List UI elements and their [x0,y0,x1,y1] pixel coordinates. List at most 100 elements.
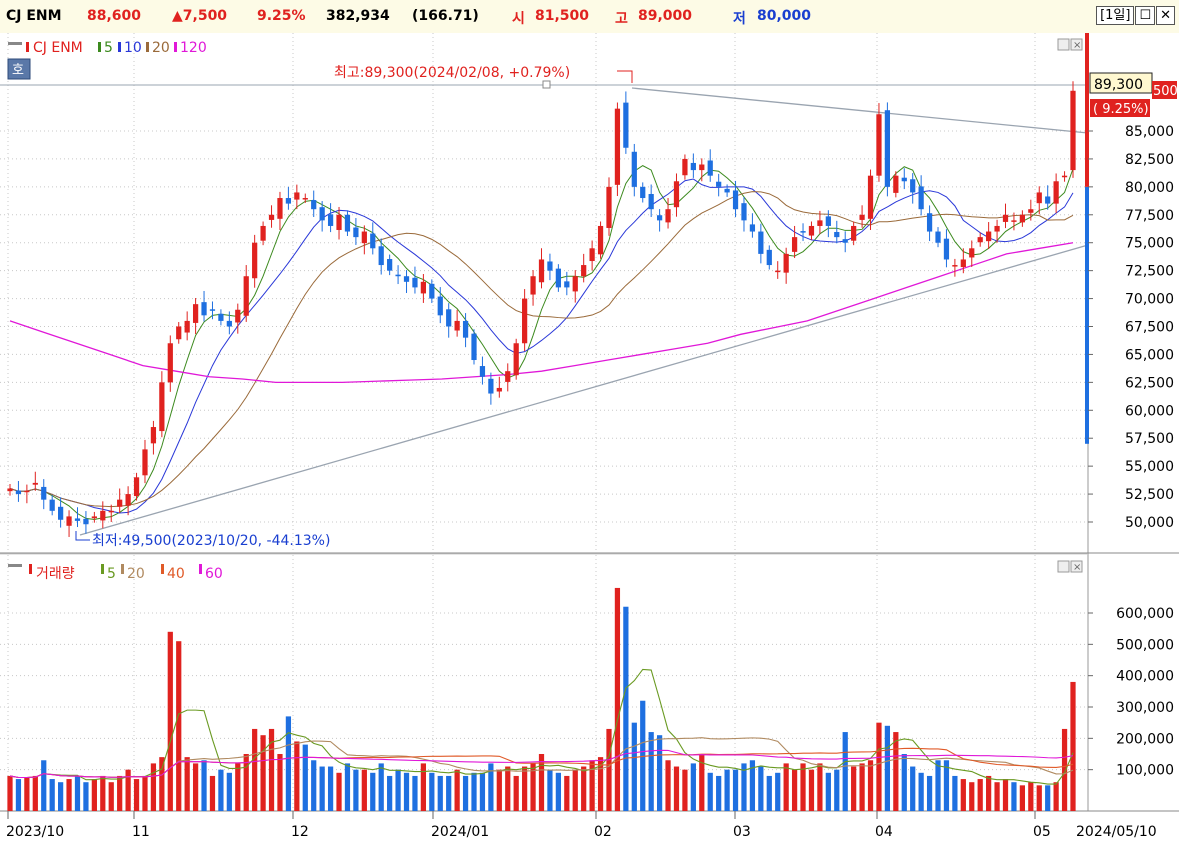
current-price: 88,600 [87,8,142,24]
volume-bar [876,722,882,811]
volume-bar [454,769,460,811]
volume-bar [783,763,789,811]
volume-bar [707,772,713,811]
candle-body [117,499,123,507]
volume-bar [429,772,435,811]
volume-bar [285,716,292,811]
period-button[interactable]: [1일] [1096,6,1135,25]
volume-bar [353,769,359,811]
candle-body [867,175,874,219]
price-tick: 52,500 [1125,487,1174,503]
volume-bar [302,744,308,811]
candle-body [943,238,950,260]
price-tick: 67,500 [1125,320,1174,336]
candle-body [83,518,89,525]
candle-body [952,265,958,267]
volume-bar [395,769,401,811]
candle-body [614,108,621,185]
volume-bar [479,772,486,811]
quote-header: CJ ENM 88,600 ▲7,500 9.25% 382,934 (166.… [0,0,1179,34]
candle-body [209,309,216,311]
max-line-handle[interactable] [542,80,551,89]
candle-body [505,371,511,382]
volume-bar [572,769,578,811]
date-tick: 05 [1033,824,1051,840]
price-tick: 85,000 [1125,124,1174,140]
volume-bar [32,775,38,811]
high-label: 고 [615,11,628,27]
candle-body [910,179,916,193]
price-tick: 50,000 [1125,515,1174,531]
close-icon[interactable]: ✕ [1156,6,1175,25]
min-annotation: 최저:49,500(2023/10/20, -44.13%) [92,533,330,549]
candle-body [775,270,781,273]
volume-bar [344,763,351,811]
candle-body [159,382,165,432]
candle-body [631,151,637,187]
stock-chart: CJ ENM 5 10 20 120 호 × 거래량 5 20 40 60 × [0,33,1179,844]
price-tick: 65,000 [1125,347,1174,363]
candle-body [260,225,266,241]
candle-body [176,326,182,340]
volume-bar [1002,779,1009,811]
candle-body [648,194,654,210]
candle-body [969,248,975,258]
candle-body [986,231,992,242]
candle-body [32,482,38,485]
volume-bar [758,766,764,811]
volume-bar [58,782,64,811]
volume-bar [277,754,283,811]
volume-bar [834,769,840,811]
candle-body [555,268,561,288]
candle-body [522,298,528,344]
candle-body [235,309,241,323]
candle-body [462,320,469,338]
candle-body [336,214,342,230]
candle-body [74,518,81,521]
candle-body [589,248,595,262]
volume-bar [851,766,857,811]
volume-bar [986,775,992,811]
volume-bar [522,766,528,811]
volume-bar [926,775,933,811]
candle-body [496,387,502,392]
volume-bar [327,766,334,811]
candle-body [294,192,300,200]
window-controls: [1일] ☐ ✕ [1095,6,1175,25]
candle-body [1061,175,1068,178]
candle-body [150,427,157,444]
volume-bar [893,732,899,811]
candle-body [319,207,325,221]
date-tick: 2023/10 [6,824,64,840]
volume-bar [884,725,891,811]
candle-body [707,160,713,176]
candle-body [361,231,367,244]
volume-tick: 400,000 [1116,669,1174,685]
candle-body [285,198,292,204]
candle-body [994,225,1000,232]
candle-body [268,214,275,220]
candle-body [7,488,13,492]
volume-bar [83,782,89,811]
ho-button[interactable]: 호 [7,58,31,80]
candle-body [1011,220,1017,222]
volume-bar [716,775,722,811]
volume-bar [159,757,165,811]
volume-bar [505,766,511,811]
volume-bar [471,772,477,811]
price-tick: 72,500 [1125,264,1174,280]
current-range-bar [1085,186,1089,444]
candle-body [387,259,393,271]
candle-body [960,259,966,268]
price-tick: 80,000 [1125,180,1174,196]
volume-bar [800,763,806,811]
volume-bar [513,775,519,811]
svg-text:×: × [1073,40,1081,51]
date-tick: 2024/01 [431,824,489,840]
candle-body [732,190,739,210]
candle-body [884,110,891,187]
price-tick: 82,500 [1125,152,1174,168]
volume-bar [167,631,173,811]
restore-icon[interactable]: ☐ [1135,6,1156,25]
volume-bar [977,779,983,811]
